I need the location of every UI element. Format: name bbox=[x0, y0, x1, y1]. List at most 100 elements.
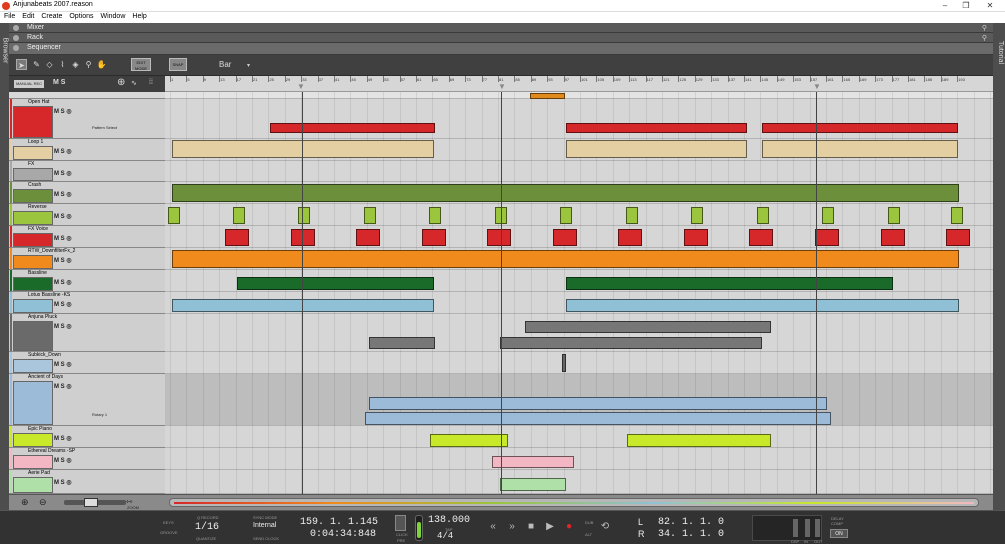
track-lane[interactable] bbox=[165, 226, 993, 248]
track-name[interactable]: Bassline bbox=[28, 270, 47, 276]
track-name[interactable]: Lotus Bassline -KS bbox=[28, 292, 70, 298]
stop-icon[interactable]: ■ bbox=[524, 519, 538, 535]
sequencer-clip[interactable] bbox=[691, 207, 703, 224]
add-track-icon[interactable]: ⊕ bbox=[117, 77, 125, 88]
sequencer-clip[interactable] bbox=[946, 229, 970, 246]
track-name[interactable]: RTW_DownfilterFx_2 bbox=[28, 248, 75, 254]
mute-solo-rec-controls[interactable]: M S ◎ bbox=[54, 457, 72, 464]
track-header[interactable]: Ethereal Dreams -SP M S ◎ bbox=[9, 448, 165, 470]
zoom-in-icon[interactable]: ⊕ bbox=[21, 497, 29, 508]
menu-help[interactable]: Help bbox=[128, 12, 149, 20]
device-icon[interactable] bbox=[13, 189, 53, 203]
song-position[interactable]: 159. 1. 1.145 bbox=[300, 517, 378, 528]
mute-solo-rec-controls[interactable]: M S ◎ bbox=[54, 301, 72, 308]
sequencer-clip[interactable] bbox=[951, 207, 963, 224]
sequencer-clip[interactable] bbox=[566, 299, 959, 312]
quantize-value[interactable]: 1/16 bbox=[195, 522, 219, 533]
sequencer-clip[interactable] bbox=[530, 93, 565, 99]
automation-icon[interactable]: ∿ bbox=[131, 79, 137, 87]
track-lane[interactable] bbox=[165, 204, 993, 226]
sequencer-clip[interactable] bbox=[566, 140, 747, 158]
sequencer-clip[interactable] bbox=[172, 250, 959, 268]
sequencer-clip[interactable] bbox=[487, 229, 511, 246]
delay-comp-on-button[interactable]: ON bbox=[830, 529, 848, 538]
track-header[interactable]: Crash M S ◎ bbox=[9, 182, 165, 204]
loop-right-position[interactable]: 34. 1. 1. 0 bbox=[658, 529, 724, 540]
sequencer-clip[interactable] bbox=[560, 207, 572, 224]
sequencer-clip[interactable] bbox=[525, 321, 771, 333]
sequencer-clip[interactable] bbox=[172, 140, 434, 158]
sequencer-clip[interactable] bbox=[888, 207, 900, 224]
sequencer-clip[interactable] bbox=[364, 207, 376, 224]
sequencer-clip[interactable] bbox=[291, 229, 315, 246]
sequencer-clip[interactable] bbox=[369, 337, 435, 349]
fast-forward-icon[interactable]: » bbox=[505, 519, 519, 535]
track-header[interactable]: FX M S ◎ bbox=[9, 161, 165, 182]
device-icon[interactable] bbox=[13, 146, 53, 160]
menu-create[interactable]: Create bbox=[37, 12, 65, 20]
snap-button[interactable]: SNAP bbox=[169, 58, 187, 71]
click-level-knob[interactable] bbox=[415, 515, 423, 541]
horizontal-scrollbar[interactable] bbox=[169, 498, 979, 507]
sequencer-clip[interactable] bbox=[225, 229, 249, 246]
sequencer-clip[interactable] bbox=[749, 229, 773, 246]
sequencer-clip[interactable] bbox=[168, 207, 180, 224]
dub-button[interactable]: DUB bbox=[585, 520, 593, 525]
track-header[interactable]: Lotus Bassline -KS M S ◎ bbox=[9, 292, 165, 314]
rewind-icon[interactable]: « bbox=[486, 519, 500, 535]
record-icon[interactable]: ● bbox=[562, 519, 576, 535]
rack-section-bar[interactable]: Rack ⚲ bbox=[9, 33, 993, 43]
menu-options[interactable]: Options bbox=[65, 12, 96, 20]
razor-tool-icon[interactable]: ⌇ bbox=[57, 59, 68, 70]
sequencer-clip[interactable] bbox=[626, 207, 638, 224]
sequencer-clip[interactable] bbox=[237, 277, 434, 290]
mute-solo-rec-controls[interactable]: M S ◎ bbox=[54, 235, 72, 242]
track-lane[interactable] bbox=[165, 470, 993, 494]
track-name[interactable]: Anjuna Pluck bbox=[28, 314, 57, 320]
sequencer-clip[interactable] bbox=[356, 229, 380, 246]
mute-solo-rec-controls[interactable]: M S ◎ bbox=[54, 479, 72, 486]
slider-handle[interactable] bbox=[84, 498, 98, 507]
marker-icon[interactable]: ▼ bbox=[498, 82, 506, 91]
track-name[interactable]: Open Hat bbox=[28, 99, 49, 105]
device-icon[interactable] bbox=[13, 277, 53, 291]
sequencer-section-bar[interactable]: Sequencer bbox=[9, 43, 993, 55]
manual-rec-button[interactable]: MANUAL REC bbox=[14, 80, 44, 88]
device-icon[interactable] bbox=[13, 168, 53, 181]
sequencer-clip[interactable] bbox=[430, 434, 508, 447]
sequencer-clip[interactable] bbox=[233, 207, 245, 224]
sequencer-clip[interactable] bbox=[762, 123, 958, 133]
mixer-section-bar[interactable]: Mixer ⚲ bbox=[9, 23, 993, 33]
device-icon[interactable] bbox=[13, 233, 53, 247]
timeline-ruler[interactable]: 1 5 9 13 17 21 25 29 33 37 41 45 49 53 57 61 65 69 73 77 81 8… bbox=[165, 76, 993, 92]
sequencer-clip[interactable] bbox=[757, 207, 769, 224]
track-name[interactable]: Reverse bbox=[28, 204, 47, 210]
track-name[interactable]: FX Voice bbox=[28, 226, 48, 232]
zoom-out-icon[interactable]: ⊖ bbox=[39, 497, 47, 508]
sequencer-clip[interactable] bbox=[172, 184, 959, 202]
sequencer-clip[interactable] bbox=[365, 412, 831, 425]
hand-tool-icon[interactable]: ✋ bbox=[96, 59, 107, 70]
sequencer-clip[interactable] bbox=[618, 229, 642, 246]
menu-window[interactable]: Window bbox=[96, 12, 128, 20]
device-icon[interactable] bbox=[13, 381, 53, 425]
track-name[interactable]: Crash bbox=[28, 182, 41, 188]
track-header[interactable]: Bassline M S ◎ bbox=[9, 270, 165, 292]
sequencer-clip[interactable] bbox=[815, 229, 839, 246]
tempo-value[interactable]: 138.000 bbox=[428, 515, 470, 526]
track-name[interactable]: Subkick_Down bbox=[28, 352, 61, 358]
sequencer-clip[interactable] bbox=[627, 434, 771, 447]
arrangement-lanes[interactable] bbox=[165, 92, 993, 494]
sequencer-clip[interactable] bbox=[562, 354, 566, 372]
mute-solo-rec-controls[interactable]: M S ◎ bbox=[54, 257, 72, 264]
sequencer-clip[interactable] bbox=[566, 277, 893, 290]
track-lane[interactable] bbox=[165, 352, 993, 374]
sequencer-clip[interactable] bbox=[429, 207, 441, 224]
track-header[interactable]: Aerie Pad M S ◎ bbox=[9, 470, 165, 494]
maximize-button[interactable]: ❐ bbox=[959, 1, 973, 11]
sequencer-clip[interactable] bbox=[270, 123, 435, 133]
track-name[interactable]: Loop 1 bbox=[28, 139, 43, 145]
sequencer-clip[interactable] bbox=[492, 456, 574, 468]
track-name[interactable]: Epic Piano bbox=[28, 426, 52, 432]
track-header[interactable]: Reverse M S ◎ bbox=[9, 204, 165, 226]
